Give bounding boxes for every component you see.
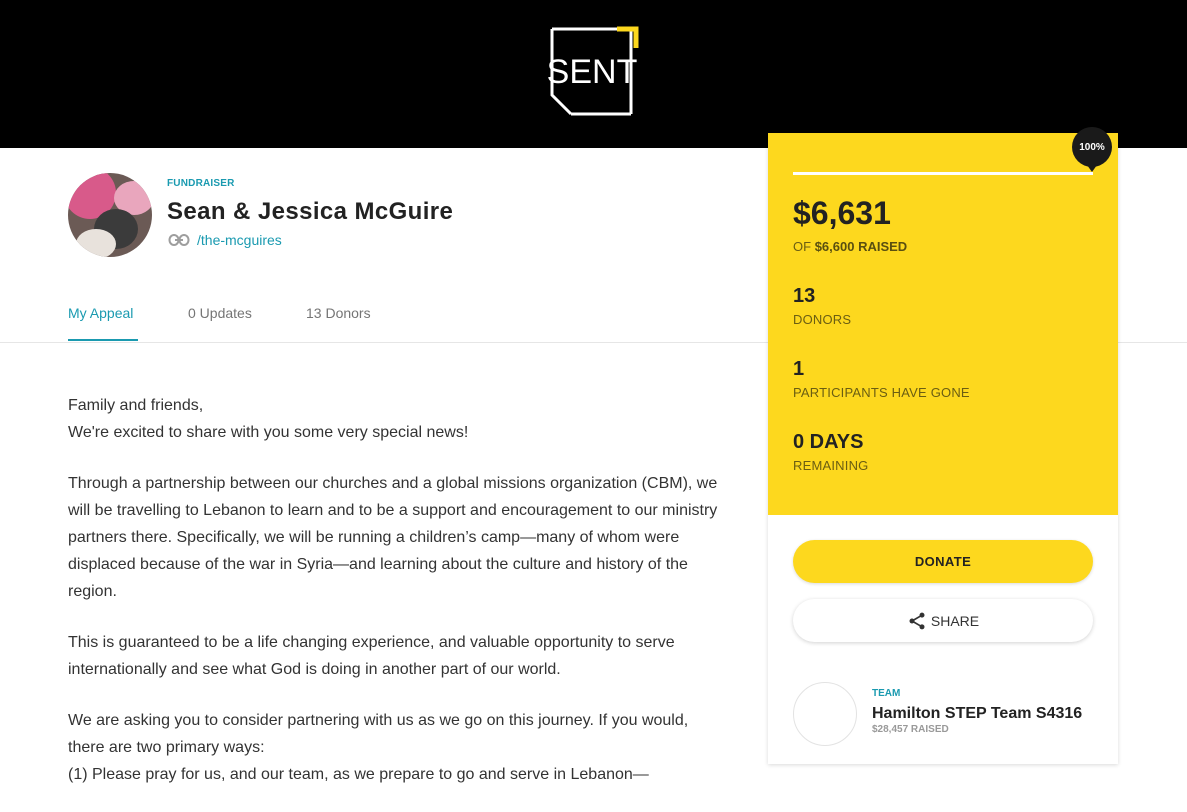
active-tab-indicator [68, 339, 138, 341]
story-paragraph: We are asking you to consider partnering… [68, 707, 718, 788]
tab-my-appeal[interactable]: My Appeal [68, 305, 133, 321]
share-icon [909, 612, 925, 629]
donate-button[interactable]: DONATE [793, 540, 1093, 583]
stats-panel: 100% $6,631 OF $6,600 RAISED 13 DONORS 1… [768, 127, 1118, 515]
story-greeting: Family and friends, [68, 397, 204, 414]
story-ask-prayer: (1) Please pray for us, and our team, as… [68, 766, 649, 783]
story-intro: We're excited to share with you some ver… [68, 424, 469, 441]
link-icon [168, 234, 190, 246]
tab-updates[interactable]: 0 Updates [188, 305, 252, 321]
goal-amount: $6,600 [814, 239, 855, 254]
participants-count: 1 [793, 358, 805, 380]
team-name-link[interactable]: Hamilton STEP Team S4316 [872, 705, 1082, 723]
fundraiser-label: FUNDRAISER [167, 178, 235, 189]
share-button[interactable]: SHARE [793, 599, 1093, 642]
story-ask: We are asking you to consider partnering… [68, 712, 689, 756]
appeal-story: Family and friends, We're excited to sha… [68, 392, 718, 812]
story-paragraph: This is guaranteed to be a life changing… [68, 634, 675, 678]
avatar [68, 173, 152, 257]
story-paragraph: Through a partnership between our church… [68, 475, 718, 600]
goal-line: OF $6,600 RAISED [793, 239, 907, 254]
progress-bar-fill [793, 172, 1093, 175]
page-title: Sean & Jessica McGuire [167, 198, 454, 225]
sent-logo[interactable]: SENT [547, 26, 639, 117]
days-count: 0 DAYS [793, 431, 864, 453]
progress-percent-badge: 100% [1072, 127, 1112, 172]
progress-bar [793, 172, 1093, 175]
share-label: SHARE [930, 612, 980, 629]
donors-label: DONORS [793, 312, 852, 327]
amount-raised: $6,631 [793, 195, 891, 231]
logo-text: SENT [547, 53, 637, 91]
team-avatar[interactable] [793, 682, 857, 746]
goal-of: OF [793, 239, 812, 254]
fundraising-card: 100% $6,631 OF $6,600 RAISED 13 DONORS 1… [768, 127, 1118, 764]
tab-donors[interactable]: 13 Donors [306, 305, 371, 321]
donors-count: 13 [793, 285, 816, 307]
days-label: REMAINING [793, 458, 869, 473]
participants-label: PARTICIPANTS HAVE GONE [793, 385, 970, 400]
team-raised: $28,457 RAISED [872, 724, 949, 735]
story-paragraph: Family and friends, We're excited to sha… [68, 392, 718, 446]
fundraiser-url-link[interactable]: /the-mcguires [197, 232, 282, 248]
goal-raised-label: RAISED [858, 239, 908, 254]
team-label: TEAM [872, 688, 901, 699]
top-header: SENT [0, 0, 1187, 148]
